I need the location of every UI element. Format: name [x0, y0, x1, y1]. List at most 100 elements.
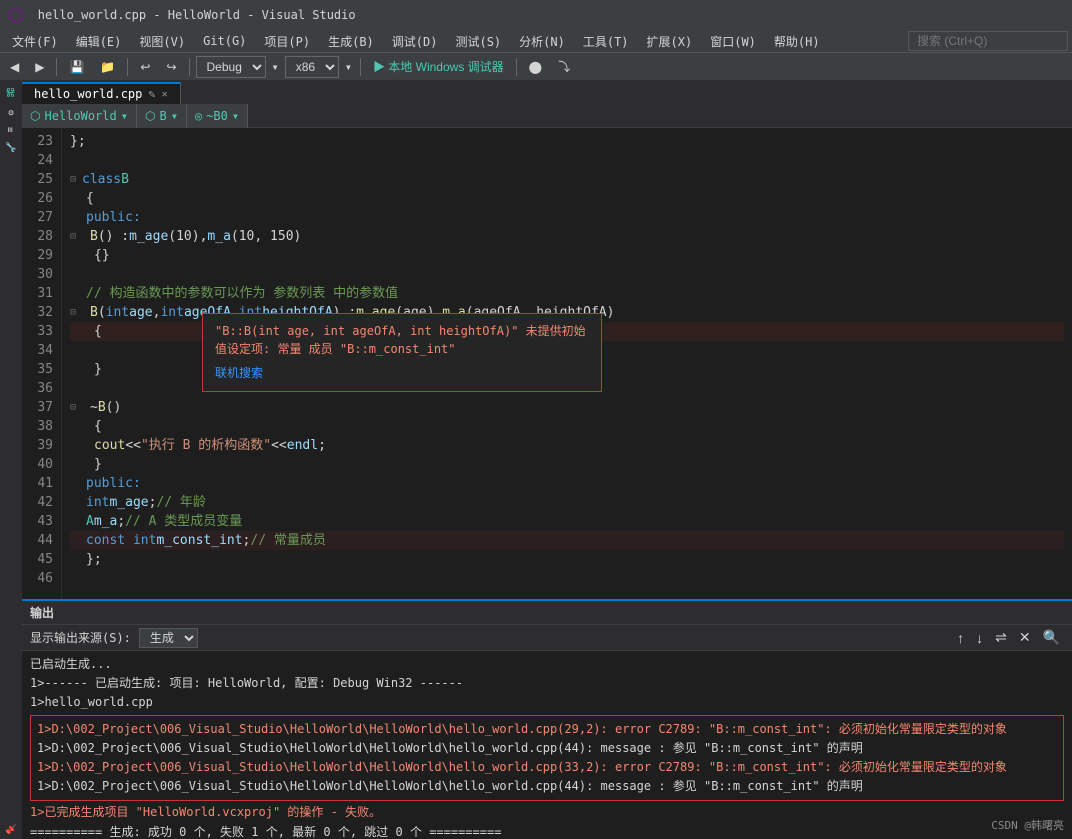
vs-logo: ⬡	[8, 5, 24, 26]
watermark: CSDN @韩曙亮	[991, 817, 1064, 833]
save-btn[interactable]: 💾	[63, 58, 90, 76]
properties-icon[interactable]: ≡	[6, 123, 16, 136]
nav-member-dropdown[interactable]: ⬡ B ▾	[137, 104, 187, 128]
code-line-42: int m_age; // 年龄	[70, 493, 1064, 512]
menu-tools[interactable]: 工具(T)	[575, 31, 637, 52]
fold-37[interactable]: ⊟	[70, 398, 82, 417]
online-search-link[interactable]: 联机搜索	[215, 364, 589, 383]
error-popup: "B::B(int age, int ageOfA, int heightOfA…	[202, 313, 602, 392]
left-sidebar: 器 ⚙ ≡ 🔧 📌	[0, 80, 22, 839]
menu-project[interactable]: 项目(P)	[256, 31, 318, 52]
menu-file[interactable]: 文件(F)	[4, 31, 66, 52]
menu-edit[interactable]: 编辑(E)	[68, 31, 130, 52]
output-up-btn[interactable]: ↑	[953, 629, 968, 647]
fold-28[interactable]: ⊟	[70, 227, 82, 246]
menu-help[interactable]: 帮助(H)	[766, 31, 828, 52]
back-btn[interactable]: ◀	[4, 58, 25, 76]
nav-member-icon: ⬡	[145, 109, 155, 123]
output-error-box: 1>D:\002_Project\006_Visual_Studio\Hello…	[30, 715, 1064, 802]
forward-btn[interactable]: ▶	[29, 58, 50, 76]
code-line-39: cout << "执行 B 的析构函数" << endl;	[70, 436, 1064, 455]
code-line-31: // 构造函数中的参数可以作为 参数列表 中的参数值	[70, 284, 1064, 303]
nav-member-label: B	[159, 109, 166, 123]
line-numbers: 23 24 25 26 27 28 29 30 31 32 33 34 35 3…	[22, 128, 62, 599]
menu-analyze[interactable]: 分析(N)	[511, 31, 573, 52]
nav-scope-arrow: ▾	[232, 109, 239, 123]
code-editor[interactable]: 23 24 25 26 27 28 29 30 31 32 33 34 35 3…	[22, 128, 1072, 599]
nav-scope-label: ~B0	[206, 109, 228, 123]
tab-icon: ✎	[148, 87, 155, 101]
redo-btn[interactable]: ↪	[160, 58, 182, 76]
output-line-8: 1>已完成生成项目 "HelloWorld.vcxproj" 的操作 - 失败。	[30, 803, 1064, 822]
output-error-line-4: 1>D:\002_Project\006_Visual_Studio\Hello…	[37, 777, 1057, 796]
code-line-44: const int m_const_int; // 常量成员	[70, 531, 1064, 550]
output-source-label: 显示输出来源(S):	[30, 629, 131, 646]
output-find-btn[interactable]: 🔍	[1039, 628, 1064, 647]
output-clear-btn[interactable]: ✕	[1015, 628, 1035, 647]
code-line-27: public:	[70, 208, 1064, 227]
menu-view[interactable]: 视图(V)	[131, 31, 193, 52]
output-header: 输出	[22, 601, 1072, 625]
main-container: 器 ⚙ ≡ 🔧 📌 hello_world.cpp ✎ ✕ ⬡ HelloWor…	[0, 80, 1072, 839]
toolbox-icon[interactable]: 🔧	[6, 138, 16, 157]
run-button[interactable]: ▶ 本地 Windows 调试器	[367, 56, 510, 77]
open-btn[interactable]: 📁	[94, 58, 121, 76]
code-content[interactable]: }; ⊟ class B { public:	[62, 128, 1072, 599]
sep5	[516, 58, 517, 76]
breakpoint-btn[interactable]: ⬤	[523, 58, 548, 76]
team-explorer-icon[interactable]: ⚙	[6, 103, 16, 121]
sep1	[56, 58, 57, 76]
nav-class-label: HelloWorld	[44, 109, 116, 123]
output-error-line-1: 1>D:\002_Project\006_Visual_Studio\Hello…	[37, 720, 1057, 739]
config-dropdown[interactable]: Debug	[196, 56, 266, 78]
nav-scope-dropdown[interactable]: ◎ ~B0 ▾	[187, 104, 248, 128]
step-btn[interactable]: ⤵	[552, 56, 576, 77]
sep3	[189, 58, 190, 76]
editor-container: hello_world.cpp ✎ ✕ ⬡ HelloWorld ▾ ⬡ B ▾…	[22, 80, 1072, 839]
nav-icon: ⬡	[30, 109, 40, 123]
fold-25[interactable]: ⊟	[70, 170, 82, 189]
output-line-9: ========== 生成: 成功 0 个, 失败 1 个, 最新 0 个, 跳…	[30, 823, 1064, 839]
output-panel: 输出 显示输出来源(S): 生成 ↑ ↓ ⇌ ✕ 🔍 已启动生成... 1>--…	[22, 599, 1072, 839]
code-line-38: {	[70, 417, 1064, 436]
tab-label: hello_world.cpp	[34, 87, 142, 101]
code-line-29: {}	[70, 246, 1064, 265]
output-error-line-3: 1>D:\002_Project\006_Visual_Studio\Hello…	[37, 758, 1057, 777]
sep4	[360, 58, 361, 76]
output-down-btn[interactable]: ↓	[972, 629, 987, 647]
title-bar: ⬡ hello_world.cpp - HelloWorld - Visual …	[0, 0, 1072, 30]
menu-bar: 文件(F) 编辑(E) 视图(V) Git(G) 项目(P) 生成(B) 调试(…	[0, 30, 1072, 52]
solution-explorer-icon[interactable]: 器	[5, 84, 18, 101]
output-wrap-btn[interactable]: ⇌	[991, 628, 1011, 647]
code-line-41: public:	[70, 474, 1064, 493]
tab-close-btn[interactable]: ✕	[162, 89, 168, 100]
code-line-26: {	[70, 189, 1064, 208]
menu-git[interactable]: Git(G)	[195, 32, 254, 50]
nav-class-dropdown[interactable]: ⬡ HelloWorld ▾	[22, 104, 137, 128]
app-title: hello_world.cpp - HelloWorld - Visual St…	[38, 8, 356, 22]
toolbar: ◀ ▶ 💾 📁 ↩ ↪ Debug ▾ x86 ▾ ▶ 本地 Windows 调…	[0, 52, 1072, 80]
sep2	[127, 58, 128, 76]
code-line-30	[70, 265, 1064, 284]
output-toolbar: 显示输出来源(S): 生成 ↑ ↓ ⇌ ✕ 🔍	[22, 625, 1072, 651]
nav-bar: ⬡ HelloWorld ▾ ⬡ B ▾ ◎ ~B0 ▾	[22, 104, 1072, 128]
output-source-select[interactable]: 生成	[139, 628, 198, 648]
undo-btn[interactable]: ↩	[134, 58, 156, 76]
fold-32[interactable]: ⊟	[70, 303, 82, 322]
tab-hello-world[interactable]: hello_world.cpp ✎ ✕	[22, 82, 181, 104]
menu-build[interactable]: 生成(B)	[320, 31, 382, 52]
code-line-45: };	[70, 550, 1064, 569]
menu-debug[interactable]: 调试(D)	[384, 31, 446, 52]
menu-window[interactable]: 窗口(W)	[702, 31, 764, 52]
code-line-43: A m_a; // A 类型成员变量	[70, 512, 1064, 531]
nav-class-arrow: ▾	[121, 109, 128, 123]
code-line-24	[70, 151, 1064, 170]
code-line-46	[70, 569, 1064, 588]
menu-extensions[interactable]: 扩展(X)	[639, 31, 701, 52]
menu-test[interactable]: 测试(S)	[447, 31, 509, 52]
search-input[interactable]	[908, 31, 1068, 51]
platform-dropdown[interactable]: x86	[285, 56, 339, 78]
code-line-37: ⊟ ~B()	[70, 398, 1064, 417]
tab-bar: hello_world.cpp ✎ ✕	[22, 80, 1072, 104]
sidebar-bottom-icon[interactable]: 📌	[6, 820, 16, 839]
